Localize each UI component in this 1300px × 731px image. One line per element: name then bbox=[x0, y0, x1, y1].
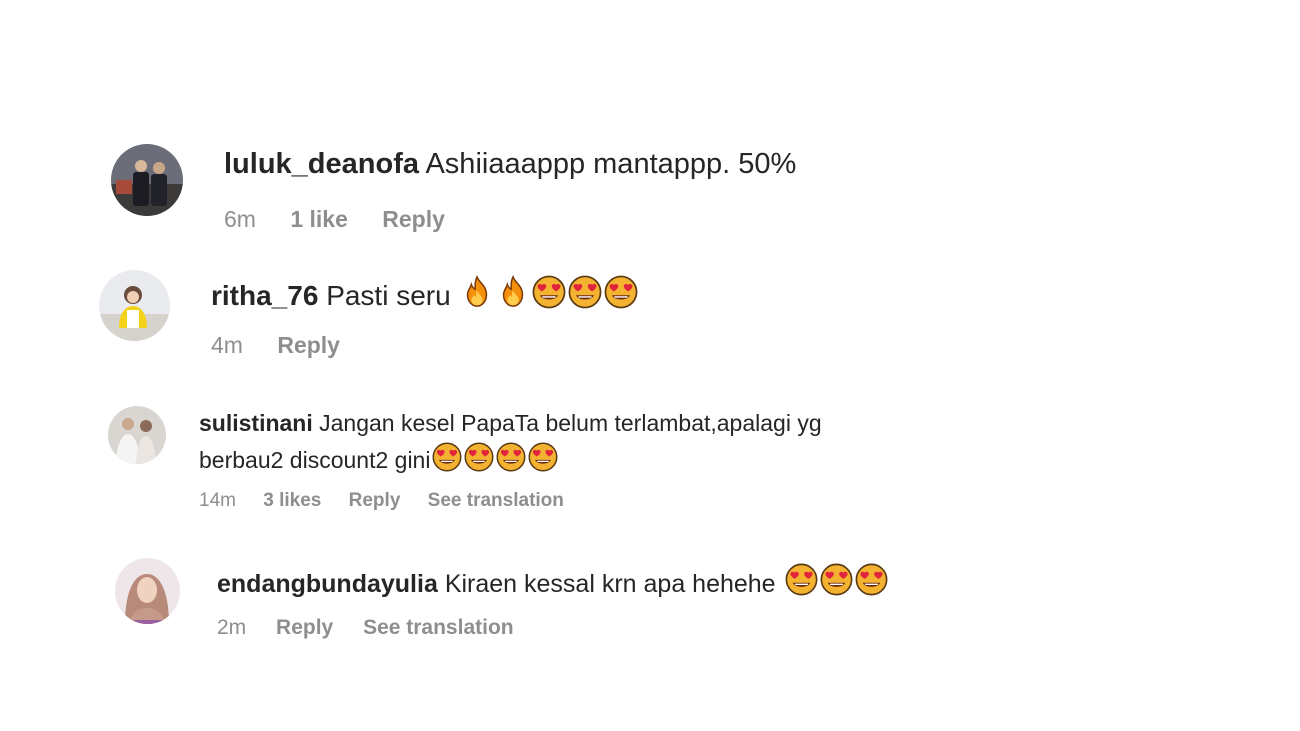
heart-eyes-emoji-icon bbox=[496, 442, 526, 472]
fire-emoji-icon bbox=[496, 275, 530, 309]
comment-time: 6m bbox=[224, 206, 256, 232]
avatar-photo-icon bbox=[115, 558, 180, 624]
reply-button[interactable]: Reply bbox=[276, 616, 333, 640]
comment-body: Jangan kesel PapaTa belum terlambat,apal… bbox=[319, 410, 822, 436]
reply-button[interactable]: Reply bbox=[382, 206, 445, 233]
comment-text-line: berbau2 discount2 gini bbox=[199, 442, 558, 474]
comment-meta: 14m 3 likes Reply See translation bbox=[199, 490, 586, 512]
likes-count-link[interactable]: 1 like bbox=[290, 206, 348, 233]
comment-body: Pasti seru bbox=[326, 280, 451, 311]
see-translation-link[interactable]: See translation bbox=[363, 616, 514, 640]
comment-meta: 2m Reply See translation bbox=[217, 616, 538, 640]
heart-eyes-emoji-icon bbox=[604, 275, 638, 309]
heart-eyes-emoji-icon bbox=[820, 563, 853, 596]
heart-eyes-emoji-icon bbox=[528, 442, 558, 472]
avatar[interactable] bbox=[99, 270, 170, 341]
comment-text-line: ritha_76 Pasti seru bbox=[211, 275, 638, 312]
comment-username[interactable]: endangbundayulia bbox=[217, 570, 438, 598]
avatar-photo-icon bbox=[111, 144, 183, 216]
heart-eyes-emoji-icon bbox=[568, 275, 602, 309]
comment-body: Kiraen kessal krn apa hehehe bbox=[444, 570, 776, 598]
avatar[interactable] bbox=[115, 558, 180, 624]
avatar[interactable] bbox=[111, 144, 183, 216]
comment-time: 4m bbox=[211, 332, 243, 358]
comment-username[interactable]: luluk_deanofa bbox=[224, 148, 419, 180]
heart-eyes-emoji-icon bbox=[532, 275, 566, 309]
heart-eyes-emoji-icon bbox=[432, 442, 462, 472]
heart-eyes-emoji-icon bbox=[855, 563, 888, 596]
comment-meta: 4m Reply bbox=[211, 332, 368, 359]
comment-username[interactable]: sulistinani bbox=[199, 410, 313, 436]
heart-eyes-emoji-icon bbox=[464, 442, 494, 472]
avatar[interactable] bbox=[108, 406, 166, 464]
comment-meta: 6m 1 like Reply bbox=[224, 206, 473, 233]
comment-text-line: sulistinani Jangan kesel PapaTa belum te… bbox=[199, 410, 822, 437]
see-translation-link[interactable]: See translation bbox=[428, 490, 564, 512]
fire-emoji-icon bbox=[460, 275, 494, 309]
comment-text-line: luluk_deanofa Ashiiaaappp mantappp. 50% bbox=[224, 148, 796, 181]
avatar-photo-icon bbox=[108, 406, 166, 464]
likes-count-link[interactable]: 3 likes bbox=[263, 490, 321, 512]
heart-eyes-emoji-icon bbox=[785, 563, 818, 596]
comment-body: Ashiiaaappp mantappp. 50% bbox=[425, 148, 797, 180]
avatar-photo-icon bbox=[99, 270, 170, 341]
comment-username[interactable]: ritha_76 bbox=[211, 280, 318, 311]
comment-body-continued: berbau2 discount2 gini bbox=[199, 447, 431, 473]
comment-time: 14m bbox=[199, 490, 236, 511]
comment-text-line: endangbundayulia Kiraen kessal krn apa h… bbox=[217, 563, 888, 599]
comment-time: 2m bbox=[217, 616, 247, 639]
reply-button[interactable]: Reply bbox=[277, 332, 340, 359]
reply-button[interactable]: Reply bbox=[349, 490, 401, 512]
